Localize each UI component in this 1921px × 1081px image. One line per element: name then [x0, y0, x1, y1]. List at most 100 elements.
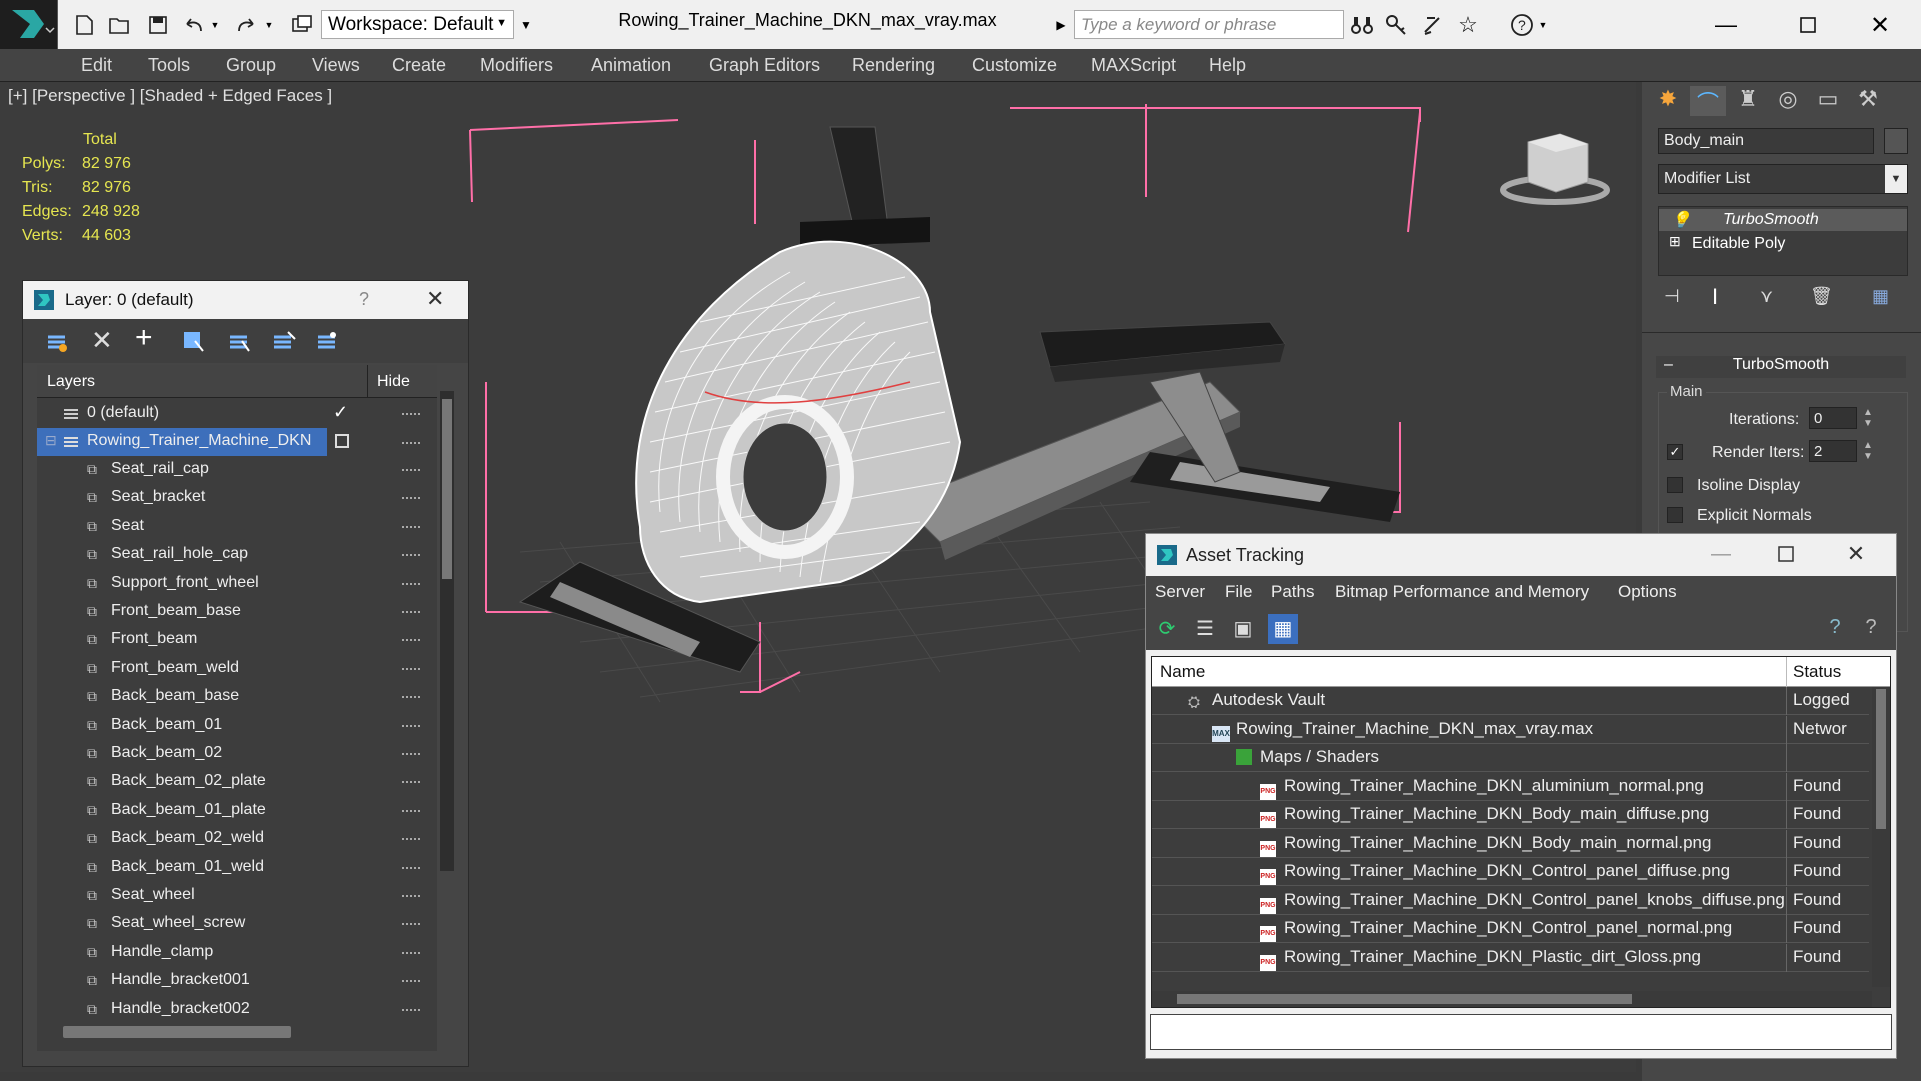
render-iters-spinner[interactable]: 2 [1809, 440, 1857, 462]
object-row[interactable]: ⧉ Seat [37, 513, 420, 541]
select-objects-in-layer-icon[interactable] [181, 329, 205, 353]
asset-row[interactable]: PNG Rowing_Trainer_Machine_DKN_aluminium_… [1152, 772, 1869, 801]
show-end-result-icon[interactable]: I [1712, 284, 1718, 310]
help-query-icon[interactable]: ? [1822, 616, 1848, 642]
asset-row[interactable]: PNG Rowing_Trainer_Machine_DKN_Body_main_… [1152, 829, 1869, 858]
maximize-icon[interactable] [1761, 534, 1811, 574]
app-logo-button[interactable] [0, 0, 58, 49]
hide-toggle[interactable] [402, 611, 420, 613]
menu-help[interactable]: Help [1209, 49, 1246, 82]
communication-center-icon[interactable] [1420, 13, 1444, 37]
object-row[interactable]: ⧉ Seat_wheel [37, 882, 420, 910]
minimize-icon[interactable]: — [1696, 534, 1746, 574]
minimize-icon[interactable]: — [1714, 12, 1738, 37]
object-row[interactable]: ⧉ Seat_wheel_screw [37, 910, 420, 938]
menu-views[interactable]: Views [312, 49, 360, 82]
modifier-list-dropdown[interactable]: Modifier List ▼ [1658, 164, 1908, 194]
redo-dropdown-icon[interactable]: ▼ [262, 13, 276, 37]
menu-edit[interactable]: Edit [81, 49, 112, 82]
menu-customize[interactable]: Customize [972, 49, 1057, 82]
hierarchy-tab-icon[interactable]: ♜ [1730, 86, 1766, 116]
asset-horizontal-scrollbar[interactable] [1152, 991, 1872, 1007]
render-iters-checkbox[interactable]: ✓ [1667, 444, 1683, 460]
object-row[interactable]: ⧉ Front_beam_base [37, 598, 420, 626]
layer-horizontal-scrollbar[interactable] [63, 1026, 291, 1038]
redo-icon[interactable] [234, 13, 258, 37]
menu-file[interactable]: File [1225, 582, 1252, 602]
layer-vertical-scrollbar[interactable] [440, 391, 454, 871]
asset-vertical-scrollbar[interactable] [1872, 687, 1890, 987]
new-file-icon[interactable] [72, 13, 96, 37]
maximize-icon[interactable] [1796, 13, 1820, 37]
table-view-icon[interactable]: ▦ [1268, 614, 1298, 644]
hide-toggle[interactable] [402, 809, 420, 812]
set-current-checkbox[interactable] [335, 434, 349, 448]
menu-graph-editors[interactable]: Graph Editors [709, 49, 820, 82]
object-row[interactable]: ⧉ Back_beam_02 [37, 740, 420, 768]
layer-row-default[interactable]: 0 (default) ✓ [37, 400, 420, 428]
workspace-menu-icon[interactable]: ▼ [516, 13, 536, 37]
project-folder-icon[interactable] [290, 13, 314, 37]
object-row[interactable]: ⧉ Back_beam_02_plate [37, 768, 420, 796]
explicit-normals-checkbox[interactable] [1667, 507, 1683, 523]
asset-row[interactable]: PNG Rowing_Trainer_Machine_DKN_Plastic_di… [1152, 943, 1869, 972]
hide-toggle[interactable] [402, 469, 420, 471]
thumbnail-view-icon[interactable]: ▣ [1230, 616, 1256, 642]
menu-paths[interactable]: Paths [1271, 582, 1314, 602]
object-row[interactable]: ⧉ Seat_rail_cap [37, 456, 420, 484]
hide-toggle[interactable] [402, 639, 420, 642]
workspace-dropdown[interactable]: Workspace: Default ▼ [321, 10, 514, 39]
col-name-header[interactable]: Name [1160, 662, 1205, 682]
iterations-spinner[interactable]: 0 [1809, 407, 1857, 429]
make-unique-icon[interactable]: ⋎ [1760, 286, 1773, 307]
menu-bitmap-performance[interactable]: Bitmap Performance and Memory [1335, 582, 1589, 602]
refresh-icon[interactable]: ⟳ [1154, 616, 1180, 642]
hide-toggle[interactable] [402, 781, 420, 784]
favorites-star-icon[interactable]: ☆ [1456, 12, 1480, 37]
object-row[interactable]: ⧉ Seat_bracket [37, 484, 420, 512]
expand-search-icon[interactable]: ▶ [1052, 13, 1070, 37]
asset-row[interactable]: PNG Rowing_Trainer_Machine_DKN_Body_main_… [1152, 801, 1869, 829]
hide-toggle[interactable] [402, 442, 420, 444]
turbosmooth-rollout-header[interactable]: – TurboSmooth [1656, 356, 1906, 378]
scroll-thumb[interactable] [1177, 994, 1632, 1004]
hide-all-layers-icon[interactable] [315, 329, 341, 353]
col-layers-header[interactable]: Layers [47, 373, 95, 391]
menu-group[interactable]: Group [226, 49, 276, 82]
layer-row-rowing-trainer[interactable]: ⊟ Rowing_Trainer_Machine_DKN [37, 428, 327, 456]
layer-window-titlebar[interactable]: Layer: 0 (default) ? ✕ [23, 281, 468, 319]
help-dropdown-icon[interactable]: ▼ [1536, 13, 1550, 37]
configure-sets-icon[interactable]: ▦ [1872, 286, 1889, 307]
col-hide-header[interactable]: Hide [377, 373, 410, 391]
object-color-swatch[interactable] [1884, 128, 1908, 154]
isoline-checkbox[interactable] [1667, 477, 1683, 493]
expand-icon[interactable]: ⊞ [1669, 233, 1681, 250]
asset-row[interactable]: ⛭ Autodesk Vault Logged [1152, 687, 1869, 715]
hide-toggle[interactable] [402, 554, 420, 557]
scroll-thumb[interactable] [1876, 689, 1886, 829]
stack-item-turbosmooth[interactable]: 💡 TurboSmooth [1659, 209, 1907, 231]
asset-row[interactable]: PNG Rowing_Trainer_Machine_DKN_Control_pa… [1152, 886, 1869, 915]
hide-toggle[interactable] [402, 753, 420, 755]
hide-toggle[interactable] [402, 895, 420, 897]
hide-toggle[interactable] [402, 696, 420, 699]
menu-tools[interactable]: Tools [148, 49, 190, 82]
object-row[interactable]: ⧉ Back_beam_01_plate [37, 797, 420, 825]
new-layer-icon[interactable] [45, 329, 69, 353]
close-icon[interactable]: ✕ [1868, 12, 1892, 39]
asset-row[interactable]: Maps / Shaders [1152, 744, 1869, 772]
hide-toggle[interactable] [402, 667, 420, 670]
utilities-tab-icon[interactable]: ⚒ [1850, 86, 1886, 116]
object-row[interactable]: ⧉ Back_beam_02_weld [37, 825, 420, 853]
hide-toggle[interactable] [402, 413, 420, 415]
object-row[interactable]: ⧉ Seat_rail_hole_cap [37, 541, 420, 569]
modify-tab-icon[interactable]: ⌒ [1690, 86, 1726, 116]
open-file-icon[interactable] [108, 13, 132, 37]
menu-server[interactable]: Server [1155, 582, 1205, 602]
viewcube[interactable] [1500, 133, 1610, 205]
object-row[interactable]: ⧉ Front_beam_weld [37, 655, 420, 683]
hide-toggle[interactable] [402, 838, 420, 841]
menu-animation[interactable]: Animation [591, 49, 671, 82]
pin-stack-icon[interactable]: ⊣ [1664, 286, 1680, 307]
remove-modifier-icon[interactable]: 🗑 [1810, 286, 1833, 307]
